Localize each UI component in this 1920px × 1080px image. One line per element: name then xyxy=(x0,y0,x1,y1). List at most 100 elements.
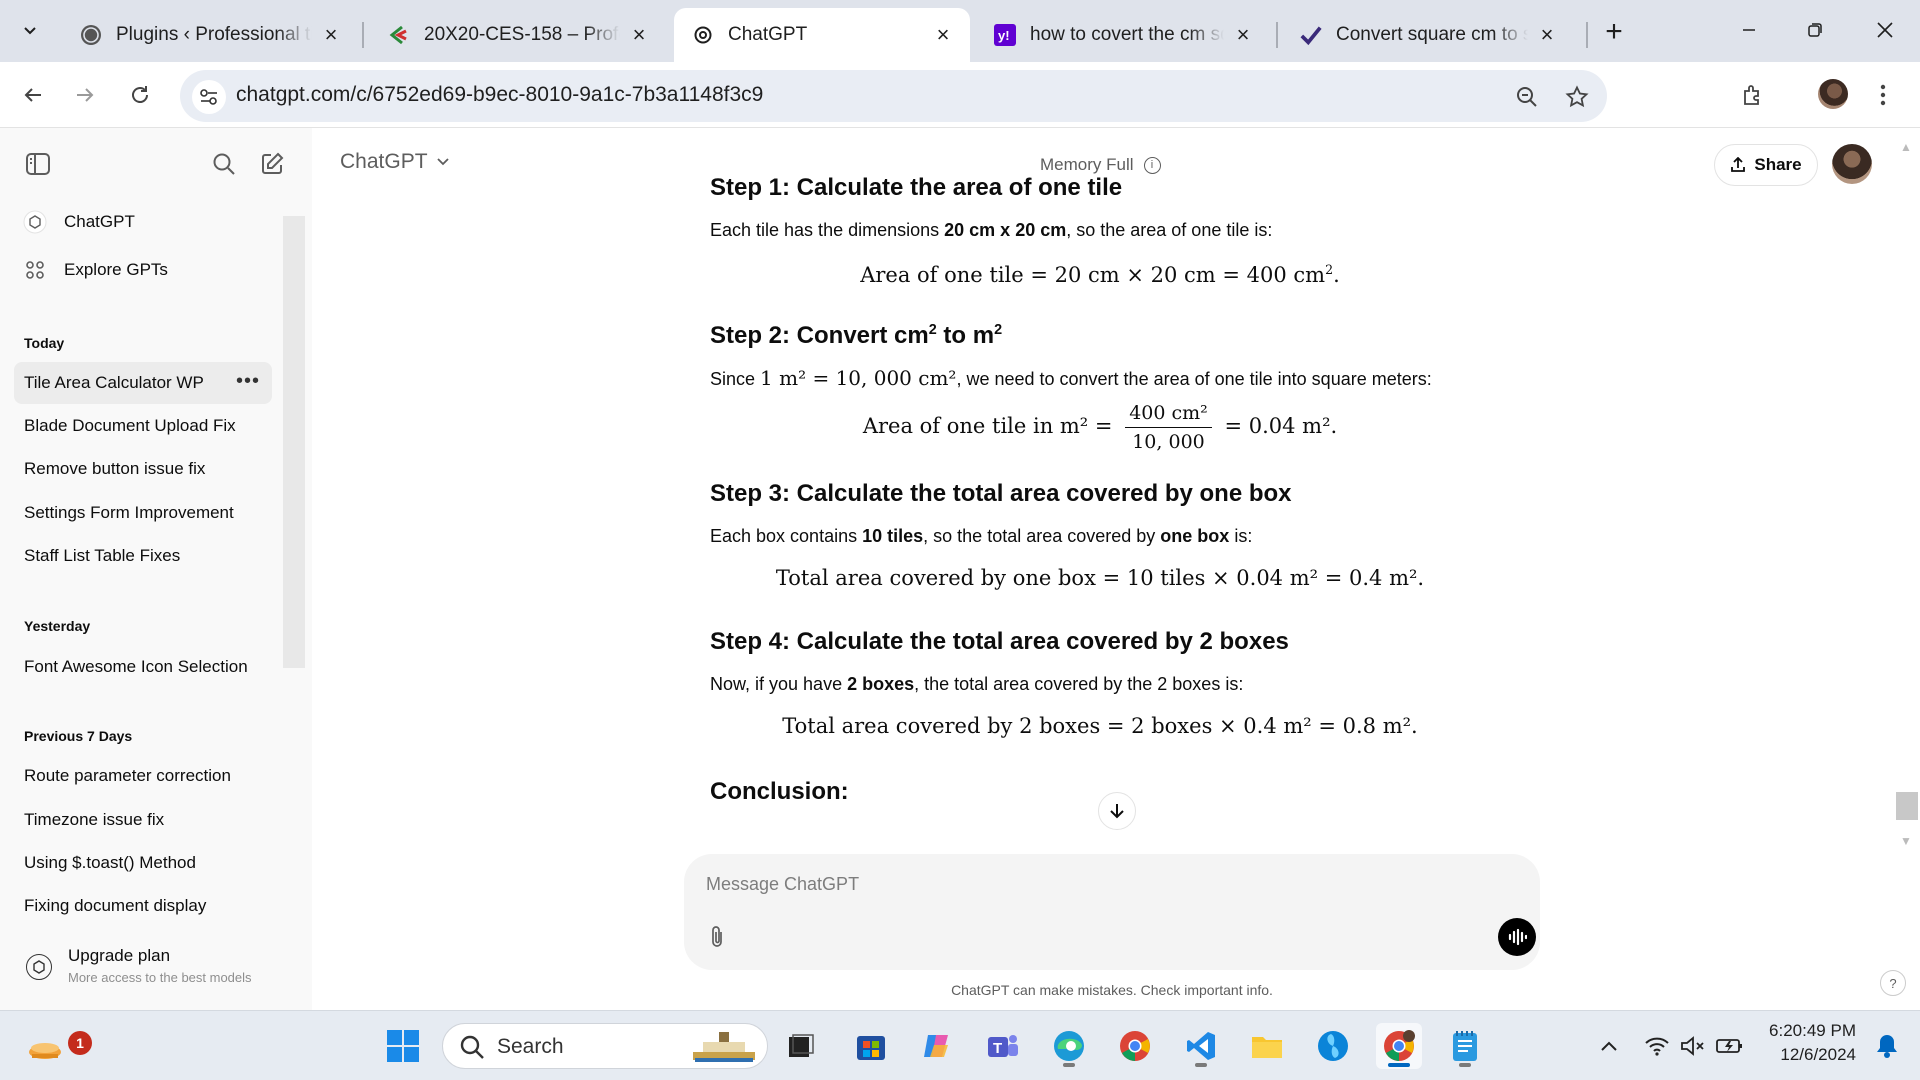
browser-tab[interactable]: 20X20-CES-158 – Profess × xyxy=(370,8,666,62)
show-hidden-icons-chevron-icon[interactable] xyxy=(1586,1023,1632,1069)
notification-bell-icon[interactable] xyxy=(1864,1023,1910,1069)
toggle-sidebar-icon[interactable] xyxy=(20,146,56,182)
message-input[interactable]: Message ChatGPT xyxy=(706,874,859,895)
file-explorer-icon[interactable] xyxy=(1244,1023,1290,1069)
share-button[interactable]: Share xyxy=(1714,144,1818,186)
conversation-item[interactable]: Fixing document display xyxy=(14,885,272,927)
minimize-window-icon[interactable] xyxy=(1726,10,1772,50)
text-run: Since xyxy=(710,369,761,389)
browser-menu-icon[interactable] xyxy=(1864,76,1902,114)
chrome-profile-app-icon[interactable] xyxy=(1376,1023,1422,1069)
start-windows-icon[interactable] xyxy=(380,1023,426,1069)
conversation-item[interactable]: Route parameter correction xyxy=(14,755,272,797)
upgrade-icon xyxy=(26,954,52,980)
microsoft-store-icon[interactable] xyxy=(848,1023,894,1069)
conversation-item[interactable]: Timezone issue fix xyxy=(14,799,272,841)
heading-text: to m xyxy=(936,322,995,349)
browser-tab-strip: Plugins ‹ Professional tile × 20X20-CES-… xyxy=(0,0,1920,62)
zoom-icon[interactable] xyxy=(1512,82,1542,112)
upgrade-plan-button[interactable]: Upgrade plan More access to the best mod… xyxy=(22,944,292,996)
equation-text: Area of one tile = 20 cm × 20 cm = 400 c… xyxy=(860,263,1326,287)
conversation-title: Tile Area Calculator WP xyxy=(24,373,204,392)
step-heading: Step 2: Convert cm2 to m2 xyxy=(710,322,1002,350)
new-tab-plus-icon[interactable]: + xyxy=(1596,14,1632,50)
help-button[interactable]: ? xyxy=(1880,970,1906,996)
conversation-title: Blade Document Upload Fix xyxy=(24,416,236,435)
clock-date[interactable]: 12/6/2024 xyxy=(1780,1045,1856,1065)
site-settings-icon[interactable] xyxy=(192,80,226,114)
teams-icon[interactable]: T xyxy=(980,1023,1026,1069)
weather-widget-icon[interactable]: 1 xyxy=(22,1023,92,1069)
tab-search-chevron-icon[interactable] xyxy=(12,12,48,48)
wordpress-icon xyxy=(80,24,102,46)
model-selector[interactable]: ChatGPT xyxy=(340,150,450,174)
scroll-to-bottom-button[interactable] xyxy=(1098,792,1136,830)
scroll-up-arrow-icon[interactable]: ▲ xyxy=(1900,140,1912,154)
page-scrollbar[interactable] xyxy=(1896,792,1918,820)
chrome-browser-icon[interactable] xyxy=(1112,1023,1158,1069)
browser-tab-active[interactable]: ChatGPT × xyxy=(674,8,970,62)
arrow-down-icon xyxy=(1110,804,1124,819)
message-composer[interactable]: Message ChatGPT xyxy=(684,854,1540,970)
more-options-icon[interactable]: ••• xyxy=(236,370,260,393)
conversation-item[interactable]: Using $.toast() Method xyxy=(14,842,272,884)
tab-separator xyxy=(1276,22,1278,48)
browser-tab[interactable]: Convert square cm to squ × xyxy=(1282,8,1574,62)
task-view-icon[interactable] xyxy=(778,1023,824,1069)
conversation-item[interactable]: Tile Area Calculator WP ••• xyxy=(14,362,272,404)
clock-time[interactable]: 6:20:49 PM xyxy=(1769,1021,1856,1041)
conversation-item[interactable]: Font Awesome Icon Selection xyxy=(14,646,272,688)
notepad-icon[interactable] xyxy=(1442,1023,1488,1069)
section-heading-yesterday: Yesterday xyxy=(24,618,91,634)
back-arrow-icon[interactable] xyxy=(14,76,52,114)
fan-app-icon[interactable] xyxy=(1310,1023,1356,1069)
url-text[interactable]: chatgpt.com/c/6752ed69-b9ec-8010-9a1c-7b… xyxy=(236,83,763,107)
tab-separator xyxy=(362,22,364,48)
equation-text: . xyxy=(1333,263,1340,287)
conversation-item[interactable]: Settings Form Improvement xyxy=(14,492,272,534)
close-window-icon[interactable] xyxy=(1862,10,1908,50)
vscode-icon[interactable] xyxy=(1178,1023,1224,1069)
search-icon[interactable] xyxy=(206,146,242,182)
user-avatar[interactable] xyxy=(1832,144,1872,184)
attach-paperclip-icon[interactable] xyxy=(702,922,732,952)
assistant-message: Step 1: Calculate the area of one tile E… xyxy=(710,170,1490,910)
tab-separator xyxy=(1586,22,1588,48)
extensions-icon[interactable] xyxy=(1734,76,1772,114)
battery-charging-icon[interactable] xyxy=(1706,1023,1752,1069)
restore-window-icon[interactable] xyxy=(1792,10,1838,50)
notification-count-badge: 1 xyxy=(68,1031,92,1055)
forward-arrow-icon[interactable] xyxy=(66,76,104,114)
taskbar-search-box[interactable]: Search xyxy=(442,1023,768,1069)
search-icon xyxy=(460,1035,484,1059)
reload-icon[interactable] xyxy=(121,76,159,114)
upgrade-title: Upgrade plan xyxy=(68,946,171,965)
conversation-item[interactable]: Remove button issue fix xyxy=(14,448,272,490)
close-tab-icon[interactable]: × xyxy=(1232,22,1254,47)
close-tab-icon[interactable]: × xyxy=(1536,22,1558,47)
text-run: , so the area of one tile is: xyxy=(1066,220,1273,240)
conversation-item[interactable]: Blade Document Upload Fix xyxy=(14,405,272,447)
new-chat-icon[interactable] xyxy=(254,146,290,182)
sidebar-link-chatgpt[interactable]: ChatGPT xyxy=(22,202,272,242)
equation-text: Area of one tile in m² = xyxy=(862,414,1113,438)
sidebar-scrollbar[interactable] xyxy=(283,216,305,668)
browser-tab[interactable]: Plugins ‹ Professional tile × xyxy=(62,8,358,62)
tab-title: Convert square cm to squ xyxy=(1336,24,1528,45)
scroll-down-arrow-icon[interactable]: ▼ xyxy=(1900,834,1912,848)
close-tab-icon[interactable]: × xyxy=(932,22,954,47)
bookmark-star-icon[interactable] xyxy=(1562,82,1592,112)
conversation-title: Remove button issue fix xyxy=(24,459,206,478)
voice-mode-button[interactable] xyxy=(1498,918,1536,956)
copilot-icon[interactable] xyxy=(914,1023,960,1069)
sidebar-link-explore-gpts[interactable]: Explore GPTs xyxy=(22,250,272,290)
profile-avatar[interactable] xyxy=(1818,79,1848,109)
close-tab-icon[interactable]: × xyxy=(320,22,342,47)
address-bar[interactable]: chatgpt.com/c/6752ed69-b9ec-8010-9a1c-7b… xyxy=(180,70,1607,122)
close-tab-icon[interactable]: × xyxy=(628,22,650,47)
running-indicator xyxy=(1195,1063,1207,1067)
equation-text: = 0.04 m². xyxy=(1224,414,1338,438)
conversation-item[interactable]: Staff List Table Fixes xyxy=(14,535,272,577)
browser-tab[interactable]: y! how to covert the cm squ × xyxy=(976,8,1270,62)
edge-browser-icon[interactable] xyxy=(1046,1023,1092,1069)
